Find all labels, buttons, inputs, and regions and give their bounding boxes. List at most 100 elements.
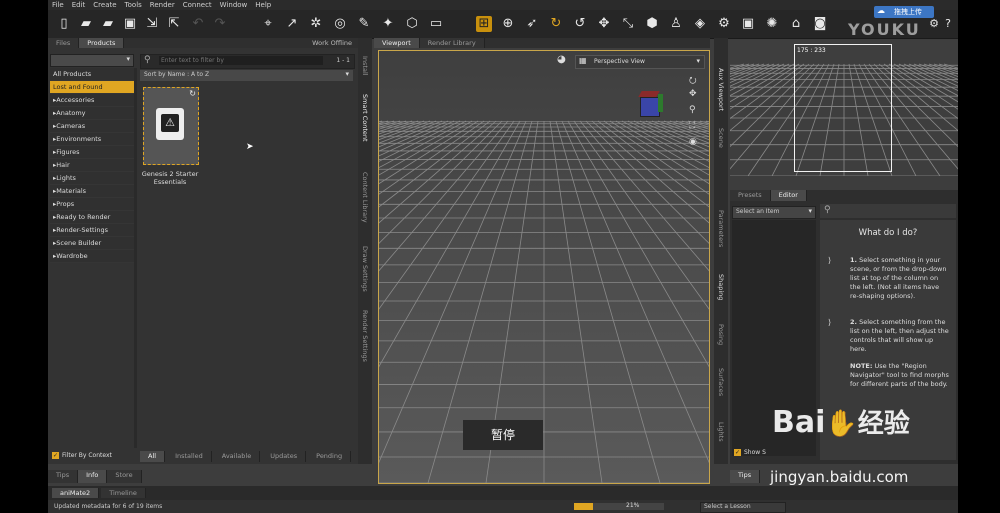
category-render-settings[interactable]: ▸Render-Settings (50, 224, 134, 237)
orbit-icon[interactable]: ⭮ (689, 73, 697, 89)
tab-pending[interactable]: Pending (308, 451, 352, 462)
side-tab-install[interactable]: Install (361, 56, 369, 76)
twist-icon[interactable]: ↺ (572, 16, 588, 32)
category-cameras[interactable]: ▸Cameras (50, 120, 134, 133)
export-icon[interactable]: ⇱ (166, 16, 182, 32)
category-scene-builder[interactable]: ▸Scene Builder (50, 237, 134, 250)
zoom-icon[interactable]: ⚲ (689, 105, 696, 115)
checkbox-icon[interactable]: ✓ (52, 452, 59, 459)
render-icon[interactable]: ▣ (740, 16, 756, 32)
translate-icon[interactable]: ✥ (596, 16, 612, 32)
work-offline-button[interactable]: Work Offline (312, 39, 352, 47)
geometry-icon[interactable]: ✦ (380, 16, 396, 32)
tab-available[interactable]: Available (213, 451, 261, 462)
menu-item-file[interactable]: File (52, 1, 64, 9)
surface-icon[interactable]: ⬢ (644, 16, 660, 32)
pause-overlay[interactable]: 暂停 (463, 420, 543, 450)
node-select-icon[interactable]: ⌖ (260, 16, 276, 32)
category-hair[interactable]: ▸Hair (50, 159, 134, 172)
view-cube-icon[interactable] (637, 89, 663, 117)
menu-item-window[interactable]: Window (220, 1, 248, 9)
side-tab-smart-content[interactable]: Smart Content (361, 94, 369, 142)
filter-input[interactable] (159, 56, 323, 65)
side-tab-shaping[interactable]: Shaping (717, 274, 725, 300)
select-item-dropdown[interactable]: Select an Item ▾ (732, 206, 816, 219)
tab-timeline[interactable]: Timeline (101, 488, 146, 498)
category-environments[interactable]: ▸Environments (50, 133, 134, 146)
render-settings-icon[interactable]: ⚙ (716, 16, 732, 32)
move-icon[interactable]: ⊕ (500, 16, 516, 32)
side-tab-aux-viewport[interactable]: Aux Viewport (717, 68, 725, 111)
frame-icon[interactable]: ⛶ (689, 121, 695, 131)
help-icon[interactable]: ? (940, 16, 956, 32)
show-sub-toggle[interactable]: ✓ Show S (732, 448, 816, 459)
menu-item-edit[interactable]: Edit (72, 1, 86, 9)
category-all-products[interactable]: All Products (50, 68, 134, 81)
menu-item-help[interactable]: Help (255, 1, 271, 9)
view-dropdown[interactable]: ▦ Perspective View ▾ (575, 55, 705, 69)
side-tab-content-library[interactable]: Content Library (361, 172, 369, 223)
tab-installed[interactable]: Installed (167, 451, 212, 462)
iray-icon[interactable]: ✺ (764, 16, 780, 32)
tab-all[interactable]: All (140, 451, 166, 462)
tab-info[interactable]: Info (78, 470, 108, 483)
tab-presets[interactable]: Presets (730, 190, 771, 201)
select-arrow-icon[interactable]: ➶ (524, 16, 540, 32)
tab-animate2[interactable]: aniMate2 (52, 488, 100, 498)
pose-icon[interactable]: ✎ (356, 16, 372, 32)
menu-item-create[interactable]: Create (93, 1, 116, 9)
tab-render-library[interactable]: Render Library (419, 38, 485, 48)
tab-tips[interactable]: Tips (730, 470, 761, 483)
side-tab-surfaces[interactable]: Surfaces (717, 368, 725, 396)
tab-store[interactable]: Store (107, 470, 142, 483)
rotate-icon[interactable]: ↻ (548, 16, 564, 32)
product-thumbnail[interactable]: ⚠ ↻ (143, 87, 199, 165)
shading-icon[interactable]: ◕ (557, 54, 566, 65)
tab-products[interactable]: Products (79, 38, 125, 48)
side-tab-parameters[interactable]: Parameters (717, 210, 725, 247)
transform-icon[interactable]: ✲ (308, 16, 324, 32)
side-tab-scene[interactable]: Scene (717, 128, 725, 148)
active-pose-icon[interactable]: ⬡ (404, 16, 420, 32)
side-tab-draw-settings[interactable]: Draw Settings (361, 246, 369, 292)
joint-editor-icon[interactable]: ↗ (284, 16, 300, 32)
lesson-dropdown[interactable]: Select a Lesson (700, 502, 786, 513)
save-icon[interactable]: ▣ (122, 16, 138, 32)
category-props[interactable]: ▸Props (50, 198, 134, 211)
tab-updates[interactable]: Updates (262, 451, 307, 462)
undo-icon[interactable]: ↶ (190, 16, 206, 32)
category-anatomy[interactable]: ▸Anatomy (50, 107, 134, 120)
splitter[interactable] (134, 68, 137, 448)
camera-icon[interactable]: ◈ (692, 16, 708, 32)
universal-tool-icon[interactable]: ⊞ (476, 16, 492, 32)
menu-item-tools[interactable]: Tools (125, 1, 142, 9)
aux-viewport[interactable]: 175 : 233 (730, 40, 958, 176)
figure-icon[interactable]: ♙ (668, 16, 684, 32)
side-tab-posing[interactable]: Posing (717, 324, 725, 345)
category-lights[interactable]: ▸Lights (50, 172, 134, 185)
merge-icon[interactable]: ▰ (100, 16, 116, 32)
import-icon[interactable]: ⇲ (144, 16, 160, 32)
redo-icon[interactable]: ↷ (212, 16, 228, 32)
filter-context[interactable]: ✓ Filter By Context (50, 451, 134, 462)
tab-files[interactable]: Files (48, 38, 80, 48)
side-tab-lights[interactable]: Lights (717, 422, 725, 442)
tab-tips[interactable]: Tips (48, 470, 79, 483)
checkbox-icon[interactable]: ✓ (734, 449, 741, 456)
category-materials[interactable]: ▸Materials (50, 185, 134, 198)
tab-viewport[interactable]: Viewport (374, 38, 420, 48)
sort-dropdown[interactable]: Sort by Name : A to Z ▾ (140, 70, 353, 81)
tab-editor[interactable]: Editor (770, 190, 807, 201)
new-file-icon[interactable]: ▯ (56, 16, 72, 32)
region-icon[interactable]: ◎ (332, 16, 348, 32)
menu-item-render[interactable]: Render (150, 1, 175, 9)
menu-item-connect[interactable]: Connect (183, 1, 212, 9)
category-dropdown[interactable]: ▾ (50, 54, 134, 67)
category-wardrobe[interactable]: ▸Wardrobe (50, 250, 134, 263)
side-tab-render-settings[interactable]: Render Settings (361, 310, 369, 362)
lock-icon[interactable]: ⌂ (788, 16, 804, 32)
category-figures[interactable]: ▸Figures (50, 146, 134, 159)
open-folder-icon[interactable]: ▰ (78, 16, 94, 32)
reset-view-icon[interactable]: ◉ (689, 137, 697, 147)
viewport[interactable]: ▦ Perspective View ▾ ◕ ⭮ ✥ ⚲ ⛶ ◉ 暂停 (378, 50, 710, 484)
